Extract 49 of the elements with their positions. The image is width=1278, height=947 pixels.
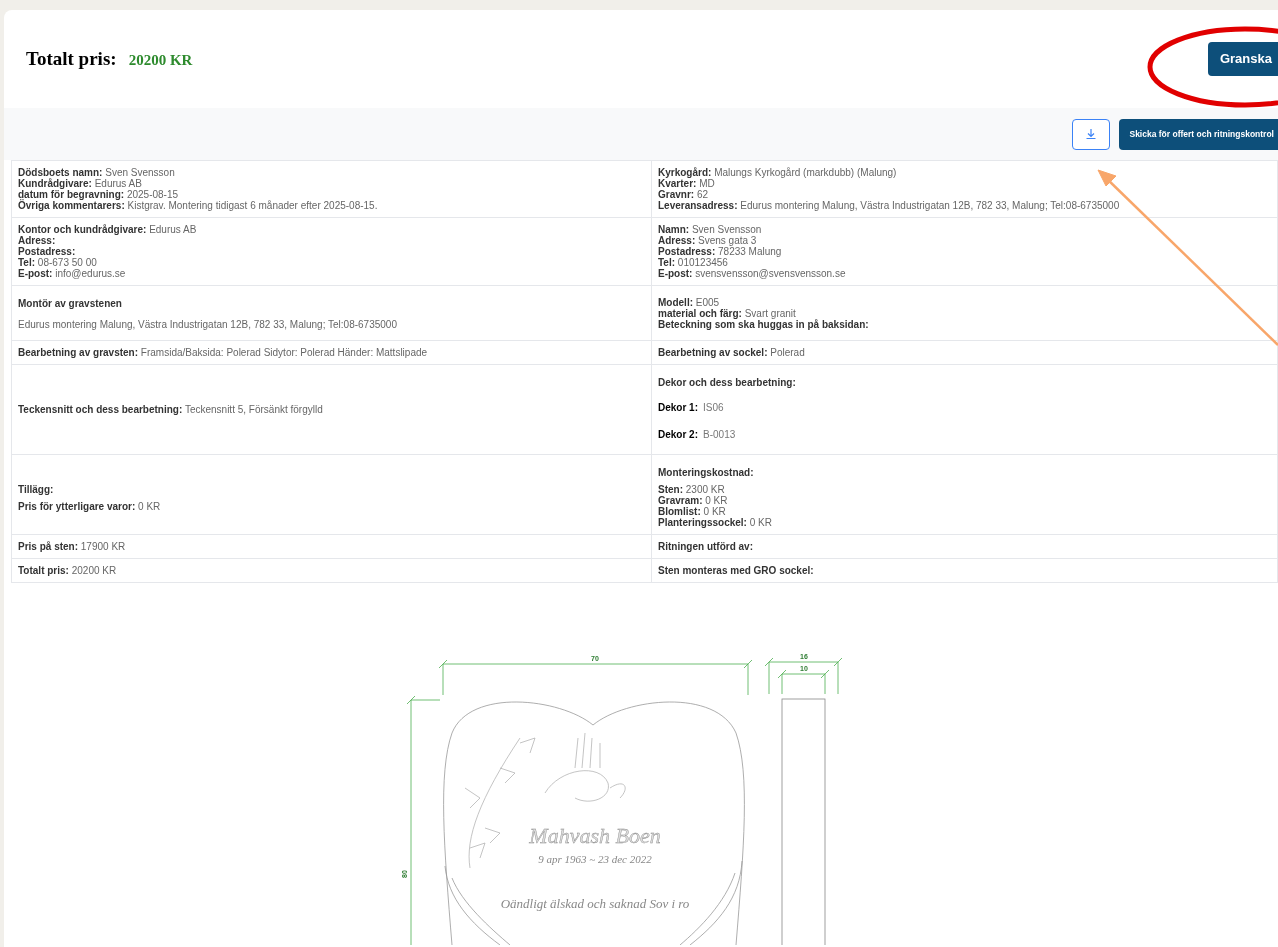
download-button[interactable]: [1072, 118, 1111, 150]
field-line: Postadress:: [18, 246, 77, 257]
field-line: datum för begravning: 2025-08-15: [18, 189, 179, 200]
field-line: Kyrkogård: Malungs Kyrkogård (markdubb) (Malung): [658, 167, 898, 178]
field-line: Ritningen utförd av:: [658, 541, 754, 552]
field-line: Adress: Svens gata 3: [658, 235, 757, 246]
send-for-quote-button[interactable]: Skicka för offert och ritningskontrol: [1119, 118, 1278, 150]
field-line: Adress:: [18, 235, 57, 246]
field-line: Tel: 010123456: [658, 257, 729, 268]
field-line: Bearbetning av gravsten: Framsida/Baksida: Polerad Sidytor: Polerad Händer: Mattslipade: [18, 347, 429, 358]
field-line: Planteringssockel: 0 KR: [658, 517, 773, 528]
section-heading: Dekor och dess bearbetning:: [658, 377, 797, 388]
download-icon: [1085, 128, 1098, 140]
decor-line: Dekor 2: B-0013: [658, 429, 737, 440]
section-heading: Tillägg:: [18, 483, 55, 495]
field-line: Pris på sten: 17900 KR: [18, 541, 127, 552]
field-line: Kvarter: MD: [658, 178, 716, 189]
field-line: Sten: 2300 KR: [658, 484, 726, 495]
field-line: Kundrådgivare: Edurus AB: [18, 178, 142, 189]
engraved-epitaph: Oändligt älskad och saknad Sov i ro: [500, 896, 690, 911]
field-line: Postadress: 78233 Malung: [658, 246, 783, 257]
section-heading: Monteringskostnad:: [658, 467, 755, 478]
total-price-value: 20200 KR: [128, 50, 193, 70]
field-line: Kontor och kundrådgivare: Edurus AB: [18, 224, 198, 235]
field-line: E-post: info@edurus.se: [18, 268, 127, 279]
engraved-name: Mahvash Boen: [529, 823, 661, 848]
field-line: Sten monteras med GRO sockel:: [658, 565, 815, 576]
section-heading: Montör av gravstenen: [18, 298, 123, 309]
field-line: Bearbetning av sockel: Polerad: [658, 347, 806, 358]
field-line: Modell: E005: [658, 296, 721, 308]
field-line: Teckensnitt och dess bearbetning: Teckensnitt 5, Försänkt förgylld: [18, 404, 324, 415]
review-button[interactable]: Granska: [1207, 42, 1278, 76]
field-line: Namn: Sven Svensson: [658, 224, 763, 235]
engraved-dates: 9 apr 1963 ~ 23 dec 2022: [538, 853, 652, 865]
field-line: E-post: svensvensson@svensvensson.se: [658, 268, 847, 279]
field-line: Edurus montering Malung, Västra Industrigatan 12B, 782 33, Malung; Tel:08-6735000: [18, 319, 398, 330]
decor-line: Dekor 1: IS06: [658, 402, 725, 413]
field-line: Leveransadress: Edurus montering Malung, Västra Industrigatan 12B, 782 33, Malung; Tel:08-6735000: [658, 200, 1121, 211]
field-line: Beteckning som ska huggas in på baksidan:: [658, 318, 870, 330]
field-line: Tel: 08-673 50 00: [18, 257, 98, 268]
field-line: Övriga kommentarers: Kistgrav. Montering tidigast 6 månader efter 2025-08-15.: [18, 200, 379, 211]
field-line: Blomlist: 0 KR: [658, 506, 727, 517]
field-line: Gravram: 0 KR: [658, 495, 729, 506]
total-price-label: Totalt pris:: [26, 46, 117, 71]
field-line: Pris för ytterligare varor: 0 KR: [18, 500, 162, 512]
field-line: Gravnr: 62: [658, 189, 710, 200]
field-line: material och färg: Svart granit: [658, 307, 797, 319]
field-line: Totalt pris: 20200 KR: [18, 565, 118, 576]
field-line: Dödsboets namn: Sven Svensson: [18, 167, 176, 178]
